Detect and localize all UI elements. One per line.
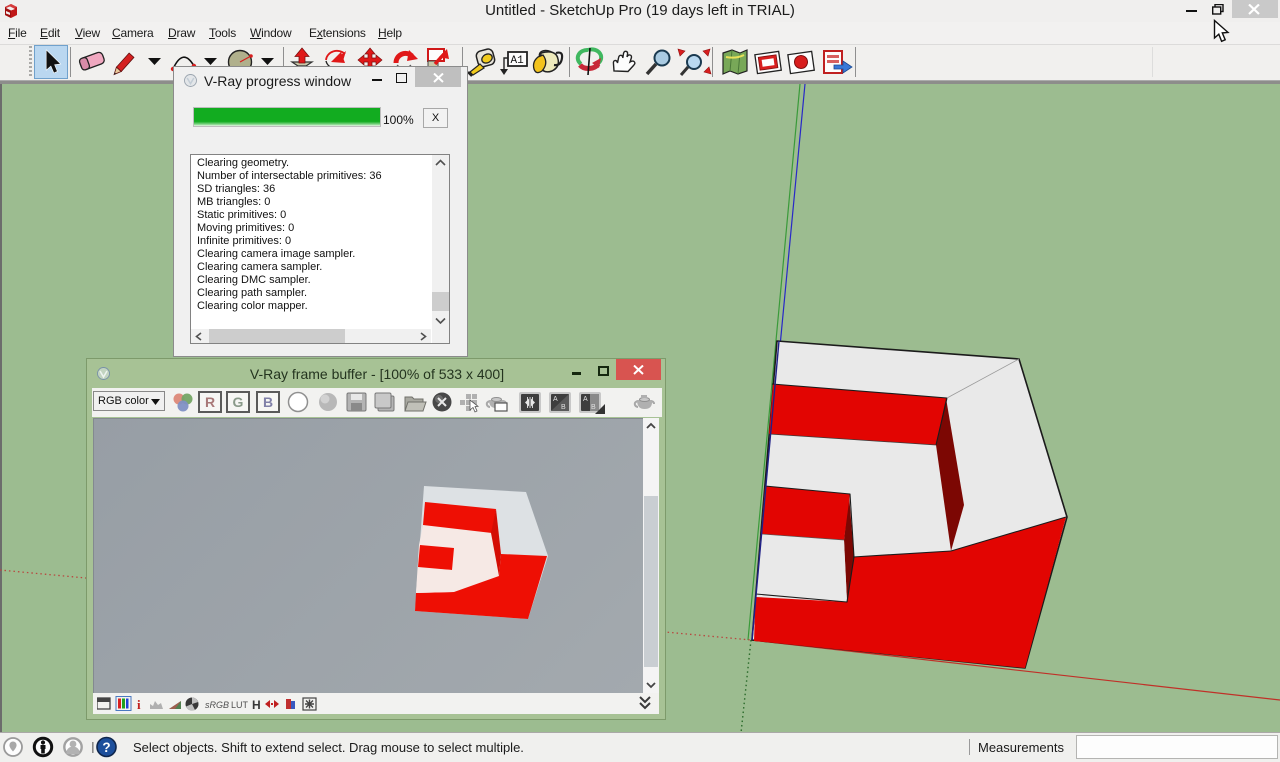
svg-text:LUT: LUT (231, 700, 249, 710)
svg-text:A: A (553, 396, 558, 403)
svg-text:A1: A1 (511, 55, 525, 67)
svg-text:H: H (252, 698, 261, 712)
svg-text:B: B (561, 404, 566, 411)
svg-text:sRGB: sRGB (205, 700, 229, 710)
svg-text:A: A (583, 396, 588, 403)
svg-text:?: ? (102, 740, 110, 755)
svg-text:i: i (137, 697, 141, 712)
svg-text:B: B (591, 404, 596, 411)
